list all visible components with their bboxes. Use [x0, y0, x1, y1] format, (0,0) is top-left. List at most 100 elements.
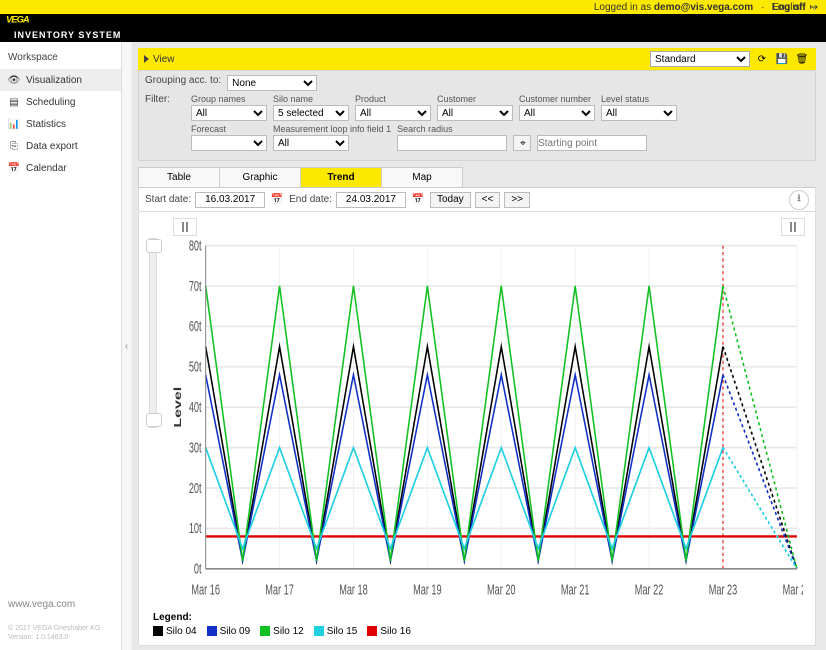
silo-name-select[interactable]: 5 selected	[273, 105, 349, 121]
calendar-lines-icon: ▤	[8, 96, 20, 108]
svg-text:Mar 20: Mar 20	[487, 581, 516, 598]
calendar-icon[interactable]: 📅	[410, 194, 426, 205]
tab-trend[interactable]: Trend	[300, 167, 382, 187]
customer-select[interactable]: All	[437, 105, 513, 121]
export-icon: ⎘	[8, 140, 20, 152]
view-label: View	[153, 54, 646, 65]
group-names-select[interactable]: All	[191, 105, 267, 121]
locate-icon[interactable]: ⌖	[513, 135, 531, 151]
sidebar-item-label: Calendar	[26, 163, 67, 174]
meas-loop-select[interactable]: All	[273, 135, 349, 151]
legend-swatch	[153, 626, 163, 636]
legend-item: Silo 09	[207, 626, 251, 637]
svg-text:70t: 70t	[189, 278, 202, 295]
triangle-right-icon[interactable]	[144, 55, 149, 63]
svg-text:Level: Level	[172, 387, 183, 428]
legend-item: Silo 16	[367, 626, 411, 637]
copyright: © 2017 VEGA Grieshaber KG Version: 1.0.1…	[8, 624, 113, 642]
calendar-icon: 📅	[8, 162, 20, 174]
svg-text:Mar 24: Mar 24	[783, 581, 803, 598]
chevron-left-icon: ‹	[125, 341, 128, 352]
customer-number-label: Customer number	[519, 94, 595, 104]
product-select[interactable]: All	[355, 105, 431, 121]
legend-item: Silo 12	[260, 626, 304, 637]
customer-number-select[interactable]: All	[519, 105, 595, 121]
sidebar-item-label: Statistics	[26, 119, 66, 130]
tab-graphic[interactable]: Graphic	[219, 167, 301, 187]
vega-link[interactable]: www.vega.com	[8, 599, 75, 610]
legend-swatch	[260, 626, 270, 636]
legend-title: Legend:	[153, 612, 192, 623]
svg-text:Mar 19: Mar 19	[413, 581, 442, 598]
sidebar-item-label: Visualization	[26, 75, 82, 86]
start-date-input[interactable]	[195, 192, 265, 208]
sidebar-item-visualization[interactable]: 👁 Visualization	[0, 69, 121, 91]
legend-swatch	[207, 626, 217, 636]
svg-text:10t: 10t	[189, 520, 202, 537]
legend-swatch	[314, 626, 324, 636]
next-range-button[interactable]: >>	[504, 192, 530, 208]
product-label: Product	[355, 94, 431, 104]
customer-label: Customer	[437, 94, 513, 104]
vega-logo: VEGA	[6, 0, 118, 28]
level-status-select[interactable]: All	[601, 105, 677, 121]
search-radius-input[interactable]	[397, 135, 507, 151]
pause-left-handle[interactable]	[173, 218, 197, 236]
logoff-area[interactable]: Log off ↦	[772, 0, 818, 14]
legend-item: Silo 04	[153, 626, 197, 637]
grouping-select[interactable]: None	[227, 75, 317, 91]
svg-text:60t: 60t	[189, 318, 202, 335]
save-icon[interactable]: 💾	[774, 51, 790, 67]
eye-icon: 👁	[8, 74, 20, 86]
sidebar-item-calendar[interactable]: 📅 Calendar	[0, 157, 121, 179]
svg-text:50t: 50t	[189, 358, 202, 375]
view-tabs: TableGraphicTrendMap	[138, 167, 816, 188]
svg-text:40t: 40t	[189, 399, 202, 416]
pause-right-handle[interactable]	[781, 218, 805, 236]
legend-swatch	[367, 626, 377, 636]
forecast-select[interactable]	[191, 135, 267, 151]
workspace-title: Workspace	[0, 42, 121, 69]
group-names-label: Group names	[191, 94, 267, 104]
sidebar: Workspace 👁 Visualization ▤ Scheduling 📊Stat…	[0, 42, 122, 650]
sidebar-collapse-handle[interactable]: ‹	[122, 42, 132, 650]
inventory-system-strip: INVENTORY SYSTEM	[6, 28, 129, 42]
view-bar: View Standard ⟳ 💾 🗑	[138, 48, 816, 70]
sidebar-item-statistics[interactable]: 📊Statistics	[0, 113, 121, 135]
delete-icon[interactable]: 🗑	[794, 51, 810, 67]
grouping-label: Grouping acc. to:	[145, 75, 221, 91]
search-radius-label: Search radius	[397, 124, 507, 134]
end-date-input[interactable]	[336, 192, 406, 208]
refresh-icon[interactable]: ⟳	[754, 51, 770, 67]
svg-text:Mar 16: Mar 16	[191, 581, 220, 598]
view-preset-select[interactable]: Standard	[650, 51, 750, 67]
today-button[interactable]: Today	[430, 192, 471, 208]
svg-text:20t: 20t	[189, 480, 202, 497]
legend-item: Silo 15	[314, 626, 358, 637]
sidebar-item-data-export[interactable]: ⎘ Data export	[0, 135, 121, 157]
svg-text:Mar 18: Mar 18	[339, 581, 368, 598]
logoff-icon: ↦	[810, 2, 818, 13]
svg-text:30t: 30t	[189, 439, 202, 456]
calendar-icon[interactable]: 📅	[269, 194, 285, 205]
filter-label: Filter:	[145, 94, 185, 121]
user-status-bar: Logged in as demo@vis.vega.com · English…	[0, 0, 826, 14]
sidebar-item-scheduling[interactable]: ▤ Scheduling	[0, 91, 121, 113]
meas-loop-label: Measurement loop info field 1	[273, 124, 391, 134]
silo-name-label: Silo name	[273, 94, 349, 104]
logged-in-text: Logged in as demo@vis.vega.com	[594, 2, 753, 13]
starting-point-input[interactable]	[537, 135, 647, 151]
tab-map[interactable]: Map	[381, 167, 463, 187]
sidebar-item-label: Scheduling	[26, 97, 75, 108]
start-date-label: Start date:	[145, 194, 191, 205]
sidebar-item-label: Data export	[26, 141, 78, 152]
tab-table[interactable]: Table	[138, 167, 220, 187]
forecast-label: Forecast	[191, 124, 267, 134]
y-axis-slider[interactable]	[149, 238, 157, 428]
level-status-label: Level status	[601, 94, 677, 104]
prev-range-button[interactable]: <<	[475, 192, 501, 208]
svg-text:Mar 21: Mar 21	[561, 581, 590, 598]
svg-text:VEGA: VEGA	[6, 14, 30, 24]
download-button[interactable]: ⭳	[789, 190, 809, 210]
date-bar: Start date: 📅 End date: 📅 Today << >> ⭳	[138, 188, 816, 212]
